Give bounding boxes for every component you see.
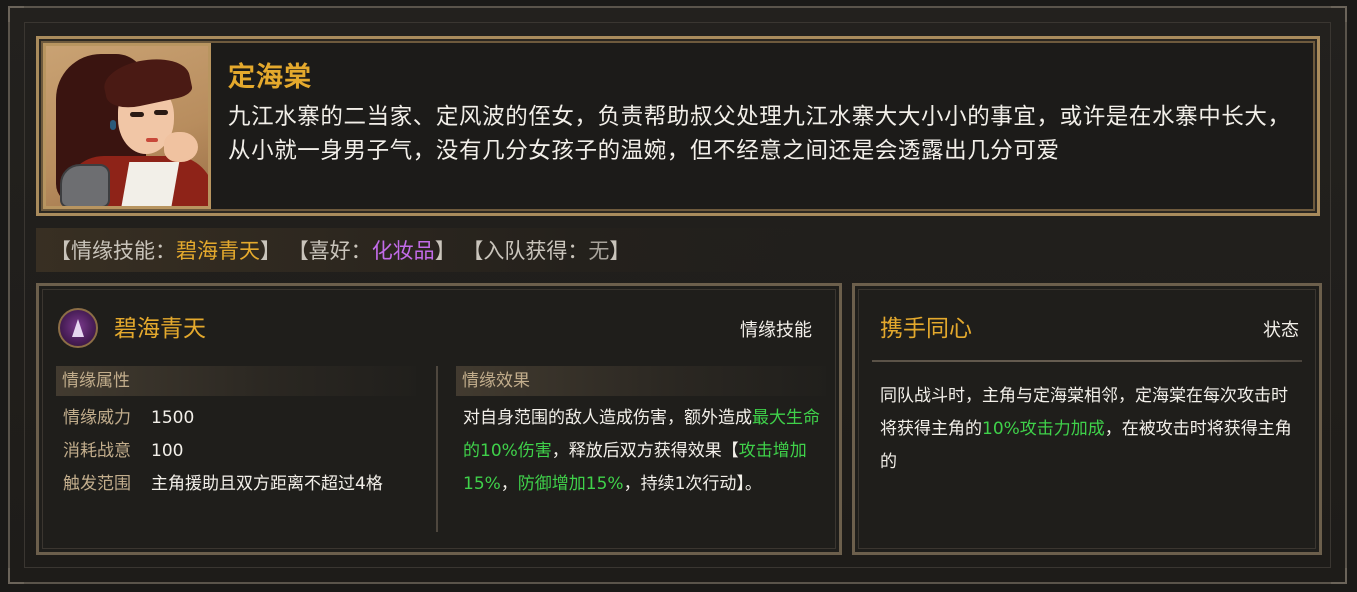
effect-highlight: 防御增加15% xyxy=(517,474,624,494)
frame-corner xyxy=(1331,568,1347,584)
hobby-label: 【喜好： xyxy=(287,239,372,263)
portrait-collar xyxy=(118,162,180,206)
join-reward-label: 【入队获得： xyxy=(462,239,589,263)
purple-crystal-icon xyxy=(58,308,98,348)
status-description: 同队战斗时，主角与定海棠相邻，定海棠在每次攻击时将获得主角的10%攻击力加成，在… xyxy=(880,380,1300,479)
status-name: 携手同心 xyxy=(880,316,972,342)
attributes-header: 情缘属性 xyxy=(56,366,416,396)
character-tags: 【情缘技能：碧海青天】 【喜好：化妆品】 【入队获得：无】 xyxy=(50,233,630,269)
bond-skill-close: 】 xyxy=(260,239,281,263)
status-type: 状态 xyxy=(1263,320,1299,341)
frame-corner xyxy=(8,6,24,22)
effect-text-part: 对自身范围的敌人造成伤害，额外造成 xyxy=(463,408,752,428)
portrait-shoulder-armor xyxy=(60,164,110,206)
skill-type: 情缘技能 xyxy=(740,320,812,341)
effect-text-part: ，释放后双方获得效果【 xyxy=(551,441,739,461)
status-highlight: 10%攻击力加成 xyxy=(982,419,1105,439)
attribute-key: 情缘威力 xyxy=(63,408,131,428)
attribute-value: 100 xyxy=(151,441,184,461)
hobby-close: 】 xyxy=(434,239,456,263)
skill-effect-text: 对自身范围的敌人造成伤害，额外造成最大生命的10%伤害，释放后双方获得效果【攻击… xyxy=(463,402,829,501)
portrait-hand xyxy=(164,132,198,162)
status-divider xyxy=(872,360,1302,362)
skill-name: 碧海青天 xyxy=(114,316,206,342)
attribute-row: 消耗战意 100 xyxy=(63,435,183,468)
effect-text-part: ， xyxy=(500,474,518,494)
bond-skill-label: 【情缘技能： xyxy=(50,239,176,263)
attribute-value: 1500 xyxy=(151,408,195,428)
frame-corner xyxy=(1331,6,1347,22)
frame-corner xyxy=(8,568,24,584)
join-reward-close: 】 xyxy=(609,239,631,263)
attribute-key: 触发范围 xyxy=(63,474,131,494)
attribute-row: 情缘威力 1500 xyxy=(63,402,194,435)
section-divider xyxy=(436,366,438,532)
character-description: 九江水寨的二当家、定风波的侄女，负责帮助叔父处理九江水寨大大小小的事宜，或许是在… xyxy=(228,104,1291,164)
character-portrait xyxy=(43,43,211,209)
effect-text-part: ，持续1次行动】。 xyxy=(623,474,762,494)
attribute-value: 主角援助且双方距离不超过4格 xyxy=(151,474,383,494)
attribute-row: 触发范围 主角援助且双方距离不超过4格 xyxy=(63,468,383,501)
portrait-lip xyxy=(146,138,158,142)
portrait-eye xyxy=(154,110,168,115)
portrait-eye xyxy=(130,112,144,117)
effect-header: 情缘效果 xyxy=(456,366,826,396)
join-reward-value: 无 xyxy=(588,239,610,263)
bond-skill-value: 碧海青天 xyxy=(176,239,260,263)
hobby-value: 化妆品 xyxy=(371,239,435,263)
attribute-key: 消耗战意 xyxy=(63,441,131,461)
portrait-earring xyxy=(110,120,116,130)
character-name: 定海棠 xyxy=(228,62,312,93)
